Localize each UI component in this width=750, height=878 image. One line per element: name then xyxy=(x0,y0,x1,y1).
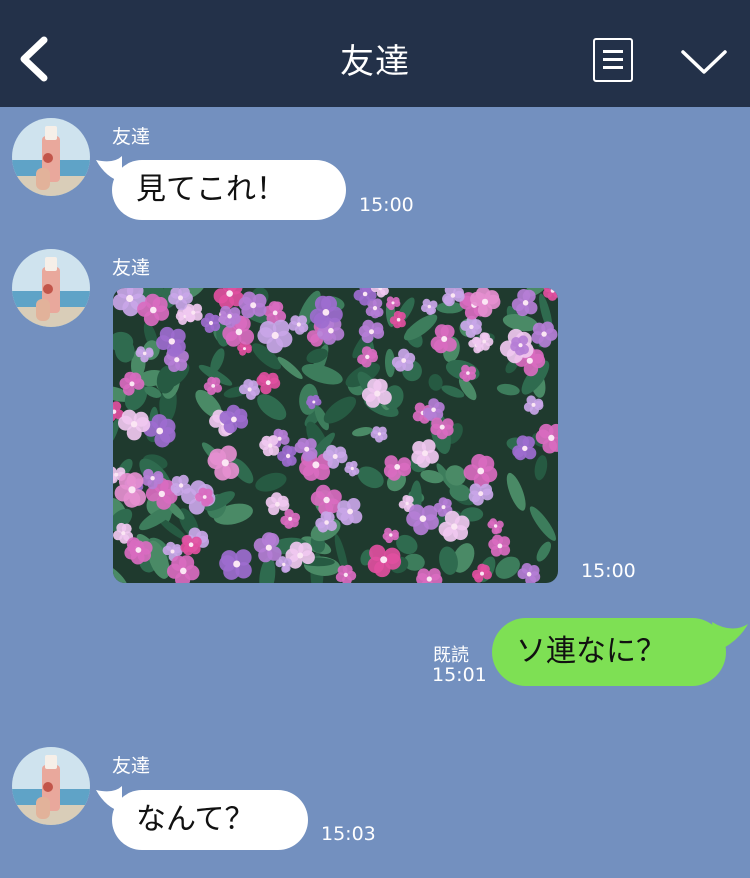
note-list-icon[interactable] xyxy=(593,38,633,82)
message-bubble[interactable]: なんて？ xyxy=(112,790,308,850)
chevron-down-icon[interactable] xyxy=(680,44,728,78)
sender-name: 友達 xyxy=(112,755,151,777)
message-time: 15:00 xyxy=(581,560,636,582)
chat-title: 友達 xyxy=(340,42,410,82)
message-bubble[interactable]: ソ連なに？ xyxy=(492,618,726,686)
message-bubble[interactable]: 見てこれ！ xyxy=(112,160,346,220)
sender-name: 友達 xyxy=(112,126,151,148)
flower-photo[interactable] xyxy=(113,288,558,583)
friend-avatar[interactable] xyxy=(12,118,90,196)
sender-name: 友達 xyxy=(112,257,151,279)
friend-avatar[interactable] xyxy=(12,747,90,825)
message-time: 15:01 xyxy=(432,664,487,686)
friend-avatar[interactable] xyxy=(12,249,90,327)
message-time: 15:03 xyxy=(321,823,376,845)
message-time: 15:00 xyxy=(359,194,414,216)
chat-header: 友達 xyxy=(0,0,750,107)
